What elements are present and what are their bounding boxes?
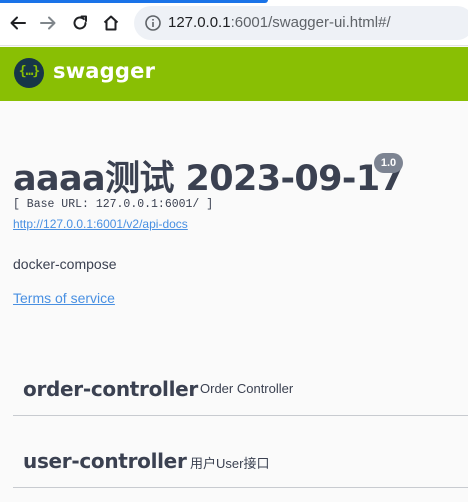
terms-of-service-link[interactable]: Terms of service xyxy=(13,290,115,306)
version-badge: 1.0 xyxy=(374,153,403,173)
reload-button[interactable] xyxy=(66,9,94,37)
address-bar[interactable]: 127.0.0.1:6001/swagger-ui.html#/ xyxy=(134,6,468,40)
base-url: [ Base URL: 127.0.0.1:6001/ ] xyxy=(13,198,214,211)
swagger-logo-text[interactable]: swagger xyxy=(53,59,155,83)
tag-order-controller[interactable]: order-controller Order Controller xyxy=(13,359,468,416)
tag-user-controller[interactable]: user-controller 用户User接口 xyxy=(13,431,468,488)
api-docs-link[interactable]: http://127.0.0.1:6001/v2/api-docs xyxy=(13,217,188,231)
tag-name: order-controller xyxy=(23,377,198,401)
swagger-logo-icon[interactable]: {…} xyxy=(14,58,44,88)
forward-button[interactable] xyxy=(34,9,62,37)
tag-description: 用户User接口 xyxy=(190,456,270,471)
site-info-icon[interactable] xyxy=(144,14,162,32)
tag-description: Order Controller xyxy=(200,381,294,396)
home-icon xyxy=(103,15,119,31)
logo-glyph: {…} xyxy=(18,64,40,79)
forward-arrow-icon xyxy=(40,16,56,30)
back-arrow-icon xyxy=(10,16,26,30)
browser-toolbar: 127.0.0.1:6001/swagger-ui.html#/ xyxy=(0,0,468,46)
url-host: 127.0.0.1 xyxy=(168,14,231,31)
back-button[interactable] xyxy=(4,9,32,37)
home-button[interactable] xyxy=(97,9,125,37)
active-tab-indicator xyxy=(0,0,268,3)
tag-name: user-controller xyxy=(23,449,187,473)
url-path: :6001/swagger-ui.html#/ xyxy=(230,14,391,31)
swagger-topbar: {…} swagger xyxy=(0,47,468,101)
api-title: aaaa测试 2023-09-17 xyxy=(13,159,404,199)
address-url: 127.0.0.1:6001/swagger-ui.html#/ xyxy=(168,14,391,31)
api-description: docker-compose xyxy=(13,256,117,272)
reload-icon xyxy=(73,15,87,30)
